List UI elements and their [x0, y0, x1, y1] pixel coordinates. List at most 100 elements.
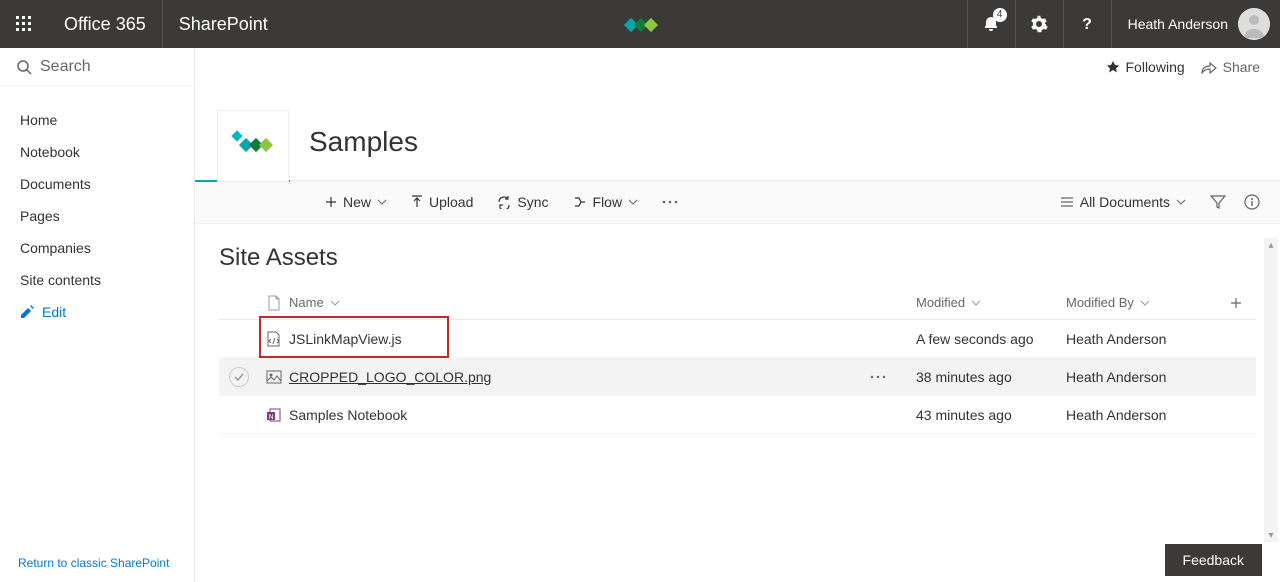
modified-value: 38 minutes ago — [916, 369, 1066, 385]
add-column-button[interactable] — [1216, 297, 1256, 309]
list-icon — [1060, 196, 1074, 208]
nav-edit[interactable]: Edit — [0, 296, 194, 328]
app-launcher-button[interactable] — [0, 0, 48, 48]
search-icon — [16, 59, 32, 75]
cmd-flow-label: Flow — [593, 194, 623, 210]
table-header: Name Modified Modified By — [219, 286, 1256, 320]
ellipsis-icon — [662, 200, 678, 204]
app-label[interactable]: SharePoint — [163, 0, 284, 48]
filter-button[interactable] — [1210, 195, 1226, 209]
column-type-icon[interactable] — [259, 295, 289, 311]
modified-by-value: Heath Anderson — [1066, 369, 1216, 385]
nav-home[interactable]: Home — [0, 104, 194, 136]
file-type-icon — [259, 331, 289, 347]
notification-count: 4 — [993, 8, 1007, 22]
flow-icon — [573, 195, 587, 209]
feedback-button[interactable]: Feedback — [1165, 544, 1262, 576]
left-nav: Search Home Notebook Documents Pages Com… — [0, 48, 195, 582]
chevron-down-icon — [971, 300, 981, 306]
library-title: Site Assets — [195, 224, 1280, 286]
nav-pages[interactable]: Pages — [0, 200, 194, 232]
table-row[interactable]: JSLinkMapView.jsA few seconds agoHeath A… — [219, 320, 1256, 358]
user-avatar[interactable] — [1238, 8, 1270, 40]
tenant-logo — [618, 12, 662, 36]
waffle-icon — [16, 16, 32, 32]
cmd-upload[interactable]: Upload — [399, 180, 485, 224]
search-box[interactable]: Search — [0, 48, 194, 86]
file-name[interactable]: Samples Notebook — [289, 407, 916, 423]
following-label: Following — [1126, 59, 1185, 75]
chevron-down-icon — [628, 199, 638, 205]
info-button[interactable] — [1244, 194, 1260, 210]
column-modified-label: Modified — [916, 295, 965, 310]
following-button[interactable]: Following — [1106, 59, 1185, 75]
file-icon — [267, 295, 281, 311]
chevron-down-icon — [1140, 300, 1150, 306]
column-name[interactable]: Name — [289, 295, 916, 310]
chevron-down-icon — [377, 199, 387, 205]
share-button[interactable]: Share — [1201, 59, 1260, 75]
column-name-label: Name — [289, 295, 324, 310]
settings-button[interactable] — [1015, 0, 1063, 48]
column-modified[interactable]: Modified — [916, 295, 1066, 310]
svg-text:N: N — [268, 414, 273, 421]
document-list: Name Modified Modified By JSLinkMapView.… — [219, 286, 1256, 434]
main-area: Following Share Samples New Upload — [195, 48, 1280, 582]
plus-icon — [325, 196, 337, 208]
sync-icon — [497, 195, 511, 209]
star-icon — [1106, 60, 1120, 74]
column-modified-by-label: Modified By — [1066, 295, 1134, 310]
pencil-icon — [20, 305, 34, 319]
upload-icon — [411, 195, 423, 209]
cmd-upload-label: Upload — [429, 194, 473, 210]
table-row[interactable]: CROPPED_LOGO_COLOR.png38 minutes agoHeat… — [219, 358, 1256, 396]
file-name[interactable]: JSLinkMapView.js — [289, 331, 916, 347]
return-classic-link[interactable]: Return to classic SharePoint — [0, 544, 194, 582]
nav-site-contents[interactable]: Site contents — [0, 264, 194, 296]
file-type-icon: N — [259, 407, 289, 423]
nav-documents[interactable]: Documents — [0, 168, 194, 200]
file-type-icon — [259, 370, 289, 384]
modified-value: 43 minutes ago — [916, 407, 1066, 423]
modified-value: A few seconds ago — [916, 331, 1066, 347]
user-name[interactable]: Heath Anderson — [1111, 0, 1238, 48]
cmd-sync[interactable]: Sync — [485, 180, 560, 224]
site-logo[interactable] — [217, 110, 289, 182]
nav-companies[interactable]: Companies — [0, 232, 194, 264]
suite-bar: Office 365 SharePoint 4 ? Heath Anderson — [0, 0, 1280, 48]
avatar-icon — [1238, 8, 1270, 40]
chevron-down-icon — [1176, 199, 1186, 205]
chevron-down-icon — [330, 300, 340, 306]
column-modified-by[interactable]: Modified By — [1066, 295, 1216, 310]
gear-icon — [1030, 15, 1048, 33]
notifications-button[interactable]: 4 — [967, 0, 1015, 48]
cmd-new[interactable]: New — [313, 180, 399, 224]
share-icon — [1201, 60, 1217, 74]
site-title: Samples — [309, 126, 418, 158]
cmd-flow[interactable]: Flow — [561, 180, 651, 224]
scroll-up[interactable]: ▴ — [1264, 238, 1278, 252]
cmd-sync-label: Sync — [517, 194, 548, 210]
question-icon: ? — [1078, 15, 1096, 33]
row-select[interactable] — [229, 367, 249, 387]
cmd-more[interactable] — [650, 180, 690, 224]
help-button[interactable]: ? — [1063, 0, 1111, 48]
modified-by-value: Heath Anderson — [1066, 331, 1216, 347]
modified-by-value: Heath Anderson — [1066, 407, 1216, 423]
brand-label[interactable]: Office 365 — [48, 0, 163, 48]
nav-notebook[interactable]: Notebook — [0, 136, 194, 168]
scrollbar[interactable]: ▴ ▾ — [1264, 238, 1278, 542]
file-name[interactable]: CROPPED_LOGO_COLOR.png — [289, 369, 916, 385]
scroll-down[interactable]: ▾ — [1264, 528, 1278, 542]
info-icon — [1244, 194, 1260, 210]
filter-icon — [1210, 195, 1226, 209]
svg-text:?: ? — [1082, 16, 1092, 33]
table-row[interactable]: N Samples Notebook43 minutes agoHeath And… — [219, 396, 1256, 434]
view-selector[interactable]: All Documents — [1054, 180, 1192, 224]
search-placeholder: Search — [40, 58, 91, 76]
row-actions[interactable] — [870, 375, 886, 379]
plus-icon — [1230, 297, 1242, 309]
nav-edit-label: Edit — [42, 304, 66, 320]
command-bar: New Upload Sync Flow A — [195, 180, 1280, 224]
cmd-new-label: New — [343, 194, 371, 210]
